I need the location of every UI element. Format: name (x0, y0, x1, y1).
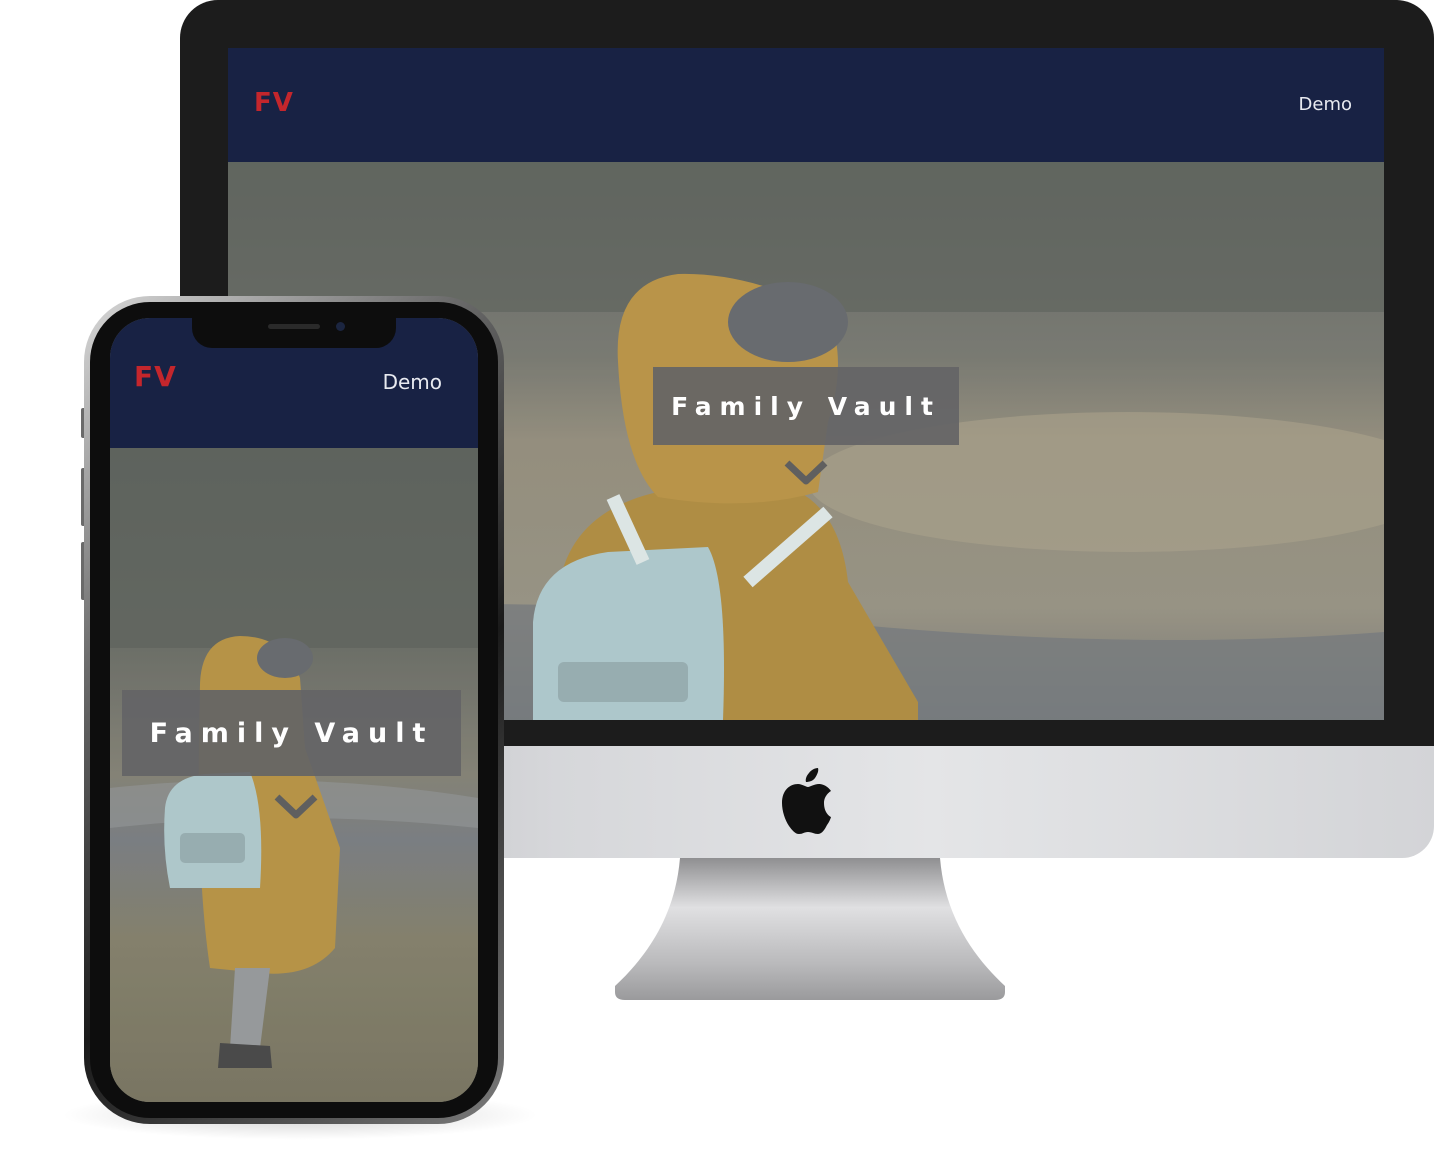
chevron-down-icon[interactable] (784, 460, 828, 486)
site-logo[interactable]: FV (254, 88, 294, 118)
navbar: FV Demo (228, 48, 1384, 162)
mobile-hero-title: Family Vault (149, 717, 434, 749)
phone-speaker (268, 324, 320, 329)
hero-title: Family Vault (671, 391, 941, 421)
mobile-hero-title-box: Family Vault (122, 690, 461, 776)
camera-icon (336, 322, 345, 331)
imac-stand (615, 858, 1005, 1000)
mobile-nav-link-demo[interactable]: Demo (383, 370, 442, 394)
mobile-hero-section: Family Vault (110, 448, 478, 1102)
apple-logo-icon (782, 768, 831, 834)
mobile-screen: FV Demo Family Vault (110, 318, 478, 1102)
phone-notch (192, 318, 396, 348)
mobile-site-logo[interactable]: FV (134, 360, 177, 393)
nav-link-demo[interactable]: Demo (1299, 94, 1352, 115)
mobile-chevron-down-icon[interactable] (274, 794, 318, 820)
hero-title-box: Family Vault (653, 367, 959, 445)
